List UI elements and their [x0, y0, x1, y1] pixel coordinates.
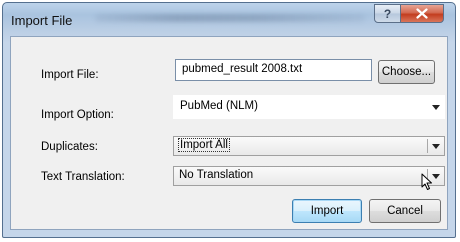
- chevron-down-icon: [432, 105, 440, 110]
- import-file-input[interactable]: pubmed_result 2008.txt: [175, 59, 372, 81]
- close-icon: [416, 8, 428, 19]
- help-icon: ?: [383, 6, 392, 21]
- import-option-value: PubMed (NLM): [180, 100, 258, 112]
- chevron-down-icon: [432, 144, 440, 149]
- mouse-cursor-icon: [421, 173, 432, 190]
- duplicates-label: Duplicates:: [41, 141, 98, 153]
- dropdown-separator: [427, 139, 428, 153]
- import-file-dialog: Import File ? Import File: pubmed_result…: [2, 2, 456, 238]
- chevron-down-icon: [432, 174, 440, 179]
- import-file-label: Import File:: [41, 69, 99, 81]
- duplicates-select[interactable]: Import All: [173, 136, 445, 156]
- blurred-background-text: [95, 14, 365, 22]
- text-translation-value: No Translation: [179, 169, 254, 181]
- title-bar[interactable]: Import File ?: [3, 3, 455, 35]
- import-button[interactable]: Import: [292, 199, 362, 223]
- close-button[interactable]: [400, 4, 444, 23]
- help-button[interactable]: ?: [374, 4, 401, 23]
- text-translation-select[interactable]: No Translation: [173, 166, 445, 186]
- window-title: Import File: [11, 13, 73, 28]
- import-option-label: Import Option:: [41, 109, 114, 121]
- choose-button[interactable]: Choose...: [378, 60, 435, 84]
- duplicates-value: Import All: [178, 138, 230, 152]
- text-translation-label: Text Translation:: [41, 171, 125, 183]
- cancel-button[interactable]: Cancel: [369, 199, 441, 223]
- import-option-select[interactable]: PubMed (NLM): [173, 95, 445, 119]
- dialog-body: Import File: pubmed_result 2008.txt Choo…: [10, 36, 448, 230]
